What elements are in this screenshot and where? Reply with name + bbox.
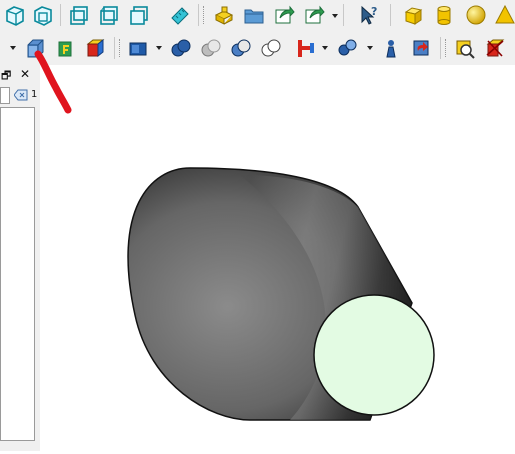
3d-viewport[interactable] [40, 65, 515, 451]
boolean-common-icon[interactable] [228, 35, 254, 61]
solid-icon[interactable] [82, 35, 108, 61]
import-icon[interactable] [271, 2, 297, 28]
revolve-icon[interactable] [334, 35, 360, 61]
open-folder-icon[interactable] [241, 2, 267, 28]
left-dock-panel: 🗗 ✕ 1 [0, 65, 40, 451]
whats-this-icon[interactable]: ? [356, 2, 382, 28]
sphere-primitive-icon[interactable] [463, 2, 489, 28]
cone-end-face[interactable] [313, 294, 435, 416]
compound-dropdown-icon[interactable] [156, 46, 162, 50]
boolean-cut-icon[interactable] [198, 35, 224, 61]
panel-close-button[interactable]: ✕ [20, 67, 30, 81]
view-front-icon[interactable] [2, 2, 28, 28]
toolbar-dropdown-icon[interactable] [10, 46, 16, 50]
measure-distance-icon[interactable] [452, 35, 478, 61]
view-box-icon[interactable] [126, 2, 152, 28]
check-geometry-icon[interactable] [482, 35, 508, 61]
export-icon[interactable] [301, 2, 327, 28]
model-tree[interactable] [0, 107, 35, 441]
compound-icon[interactable] [125, 35, 151, 61]
view-fit-icon[interactable] [66, 2, 92, 28]
box-primitive-icon[interactable] [400, 2, 426, 28]
cylinder-primitive-icon[interactable] [431, 2, 457, 28]
extrude-icon[interactable] [292, 35, 318, 61]
annotation-arrow [34, 50, 72, 114]
sweep-icon[interactable] [378, 35, 404, 61]
revolve-dropdown-icon[interactable] [367, 46, 373, 50]
export-dropdown-icon[interactable] [332, 14, 338, 18]
view-iso-icon[interactable] [96, 2, 122, 28]
svg-text:?: ? [371, 5, 377, 18]
panel-restore-button[interactable]: 🗗 [1, 67, 11, 86]
extrude-dropdown-icon[interactable] [322, 46, 328, 50]
measure-ruler-icon[interactable] [166, 2, 192, 28]
boolean-section-icon[interactable] [258, 35, 284, 61]
filter-clear-icon[interactable] [13, 89, 28, 104]
cone-primitive-icon[interactable] [494, 2, 515, 28]
view-back-icon[interactable] [30, 2, 56, 28]
main-toolbar: ? [0, 0, 515, 32]
open-part-icon[interactable] [211, 2, 237, 28]
loft-icon[interactable] [408, 35, 434, 61]
boolean-fuse-icon[interactable] [168, 35, 194, 61]
panel-search-input[interactable] [0, 87, 10, 104]
